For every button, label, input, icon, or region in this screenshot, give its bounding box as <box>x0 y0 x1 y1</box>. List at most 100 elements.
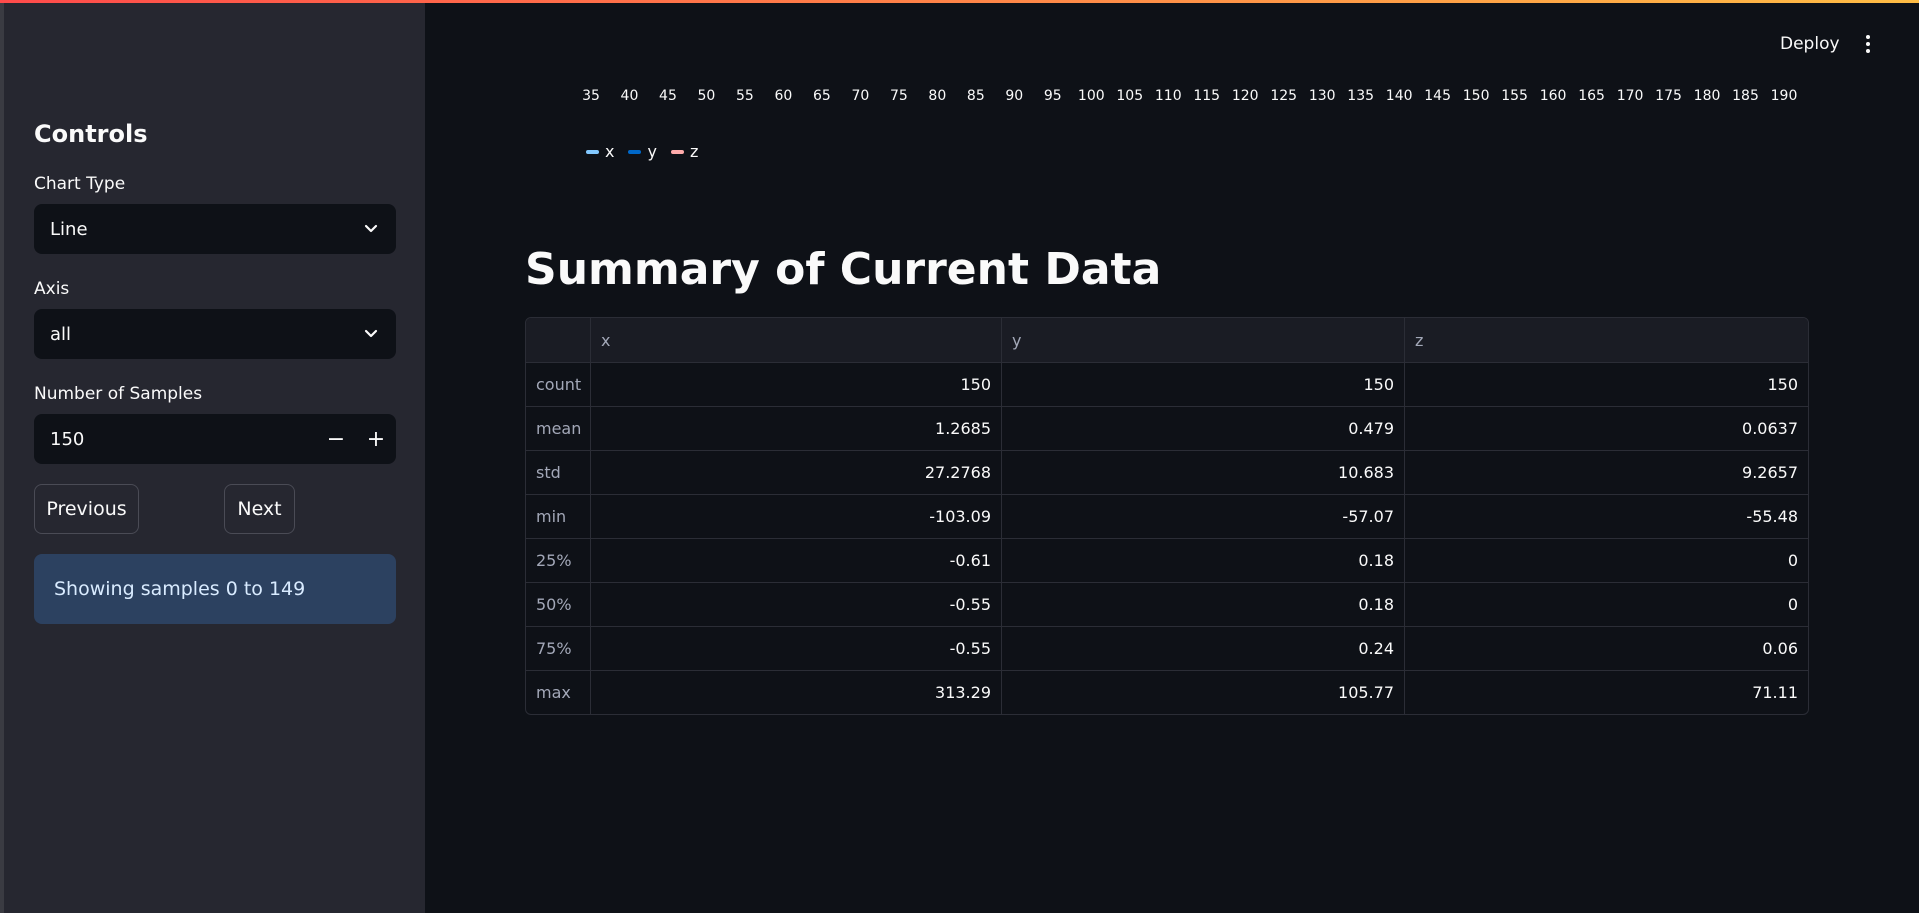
table-row: count 150 150 150 <box>526 362 1808 406</box>
table-cell: 0 <box>1404 583 1808 626</box>
x-tick-label: 190 <box>1770 88 1798 104</box>
x-tick-label: 135 <box>1347 88 1375 104</box>
x-tick-label: 45 <box>659 88 677 104</box>
table-row: std 27.2768 10.683 9.2657 <box>526 450 1808 494</box>
x-tick-label: 175 <box>1655 88 1682 104</box>
x-tick-label: 85 <box>966 88 985 104</box>
row-index: max <box>536 683 571 702</box>
legend-item: z <box>670 142 699 161</box>
table-cell: 0.18 <box>1001 583 1404 626</box>
legend-swatch <box>670 149 684 154</box>
table-cell: 71.11 <box>1404 671 1808 714</box>
x-tick-label: 35 <box>582 88 600 104</box>
table-cell: 27.2768 <box>590 451 1001 494</box>
top-decoration-bar <box>0 0 1919 3</box>
row-index: std <box>536 463 561 482</box>
chart-legend: x y z <box>586 142 698 161</box>
chart-type-value: Line <box>50 218 88 240</box>
more-vertical-icon[interactable] <box>1858 32 1878 56</box>
table-cell: -0.55 <box>590 583 1001 626</box>
table-cell: 10.683 <box>1001 451 1404 494</box>
chart-type-label: Chart Type <box>34 174 126 194</box>
x-tick-label: 105 <box>1116 88 1144 104</box>
table-cell: 0.18 <box>1001 539 1404 582</box>
sidebar-title: Controls <box>34 120 148 148</box>
x-tick-label: 115 <box>1193 88 1221 104</box>
page-title: Summary of Current Data <box>525 244 1162 295</box>
x-tick-label: 140 <box>1385 88 1413 104</box>
column-header <box>526 318 590 362</box>
deploy-button[interactable]: Deploy <box>1780 34 1840 54</box>
x-tick-label: 90 <box>1005 88 1024 104</box>
row-index: 75% <box>536 639 572 658</box>
x-tick-label: 40 <box>620 88 639 104</box>
summary-table: x y z count 150 150 150 mean 1.2685 0.479 0.0637 st… <box>525 317 1809 715</box>
table-row: min -103.09 -57.07 -55.48 <box>526 494 1808 538</box>
legend-swatch <box>586 149 599 154</box>
table-cell: 1.2685 <box>590 407 1001 450</box>
x-tick-label: 65 <box>812 88 831 104</box>
x-tick-label: 55 <box>736 88 754 104</box>
x-tick-label: 50 <box>697 88 716 104</box>
table-cell: 0.24 <box>1001 627 1404 670</box>
x-tick-label: 70 <box>851 88 870 104</box>
x-tick-label: 80 <box>928 88 947 104</box>
x-tick-label: 180 <box>1693 88 1721 104</box>
x-tick-label: 100 <box>1077 88 1105 104</box>
table-cell: -0.61 <box>590 539 1001 582</box>
chevron-down-icon <box>362 325 380 343</box>
x-tick-label: 170 <box>1616 88 1644 104</box>
x-tick-label: 125 <box>1270 88 1298 104</box>
increment-button[interactable]: + <box>356 414 396 464</box>
table-row: 75% -0.55 0.24 0.06 <box>526 626 1808 670</box>
table-row: max 313.29 105.77 71.11 <box>526 670 1808 714</box>
x-tick-label: 150 <box>1462 88 1490 104</box>
row-index: min <box>536 507 567 526</box>
table-cell: 150 <box>1001 363 1404 406</box>
axis-value: all <box>50 323 72 345</box>
column-header: x <box>590 318 1001 362</box>
legend-label: y <box>647 142 657 161</box>
x-tick-label: 60 <box>774 88 793 104</box>
table-cell: 0.0637 <box>1404 407 1808 450</box>
x-tick-label: 145 <box>1424 88 1452 104</box>
samples-info-text: Showing samples 0 to 149 <box>54 578 306 600</box>
axis-label: Axis <box>34 279 70 299</box>
legend-item: x <box>586 142 614 161</box>
column-header: z <box>1404 318 1808 362</box>
table-cell: -57.07 <box>1001 495 1404 538</box>
x-tick-label: 185 <box>1732 88 1759 104</box>
x-tick-label: 120 <box>1231 88 1259 104</box>
x-tick-label: 155 <box>1501 88 1528 104</box>
column-header: y <box>1001 318 1404 362</box>
axis-select[interactable]: all <box>34 309 396 359</box>
table-cell: 150 <box>1404 363 1808 406</box>
table-cell: 0.06 <box>1404 627 1808 670</box>
sidebar: Controls Chart Type Line Axis all Number… <box>0 0 425 913</box>
previous-button[interactable]: Previous <box>34 484 139 534</box>
legend-item: y <box>628 142 657 161</box>
samples-info-alert: Showing samples 0 to 149 <box>34 554 396 624</box>
x-tick-label: 110 <box>1154 88 1182 104</box>
table-cell: 9.2657 <box>1404 451 1808 494</box>
next-button[interactable]: Next <box>224 484 295 534</box>
decrement-button[interactable]: − <box>316 414 356 464</box>
row-index: mean <box>536 419 582 438</box>
table-row: mean 1.2685 0.479 0.0637 <box>526 406 1808 450</box>
table-row: 25% -0.61 0.18 0 <box>526 538 1808 582</box>
table-cell: 0.479 <box>1001 407 1404 450</box>
x-tick-label: 130 <box>1308 88 1336 104</box>
chart-type-select[interactable]: Line <box>34 204 396 254</box>
row-index: 25% <box>536 551 572 570</box>
x-tick-label: 160 <box>1539 88 1567 104</box>
window-left-edge <box>0 0 4 913</box>
legend-label: z <box>689 142 699 161</box>
legend-label: x <box>605 142 615 161</box>
row-index: count <box>536 375 582 394</box>
samples-value[interactable]: 150 <box>34 429 316 450</box>
chevron-down-icon <box>362 220 380 238</box>
table-cell: -103.09 <box>590 495 1001 538</box>
table-cell: 105.77 <box>1001 671 1404 714</box>
samples-number-input[interactable]: 150 − + <box>34 414 396 464</box>
table-header-row: xyz <box>526 318 1808 362</box>
